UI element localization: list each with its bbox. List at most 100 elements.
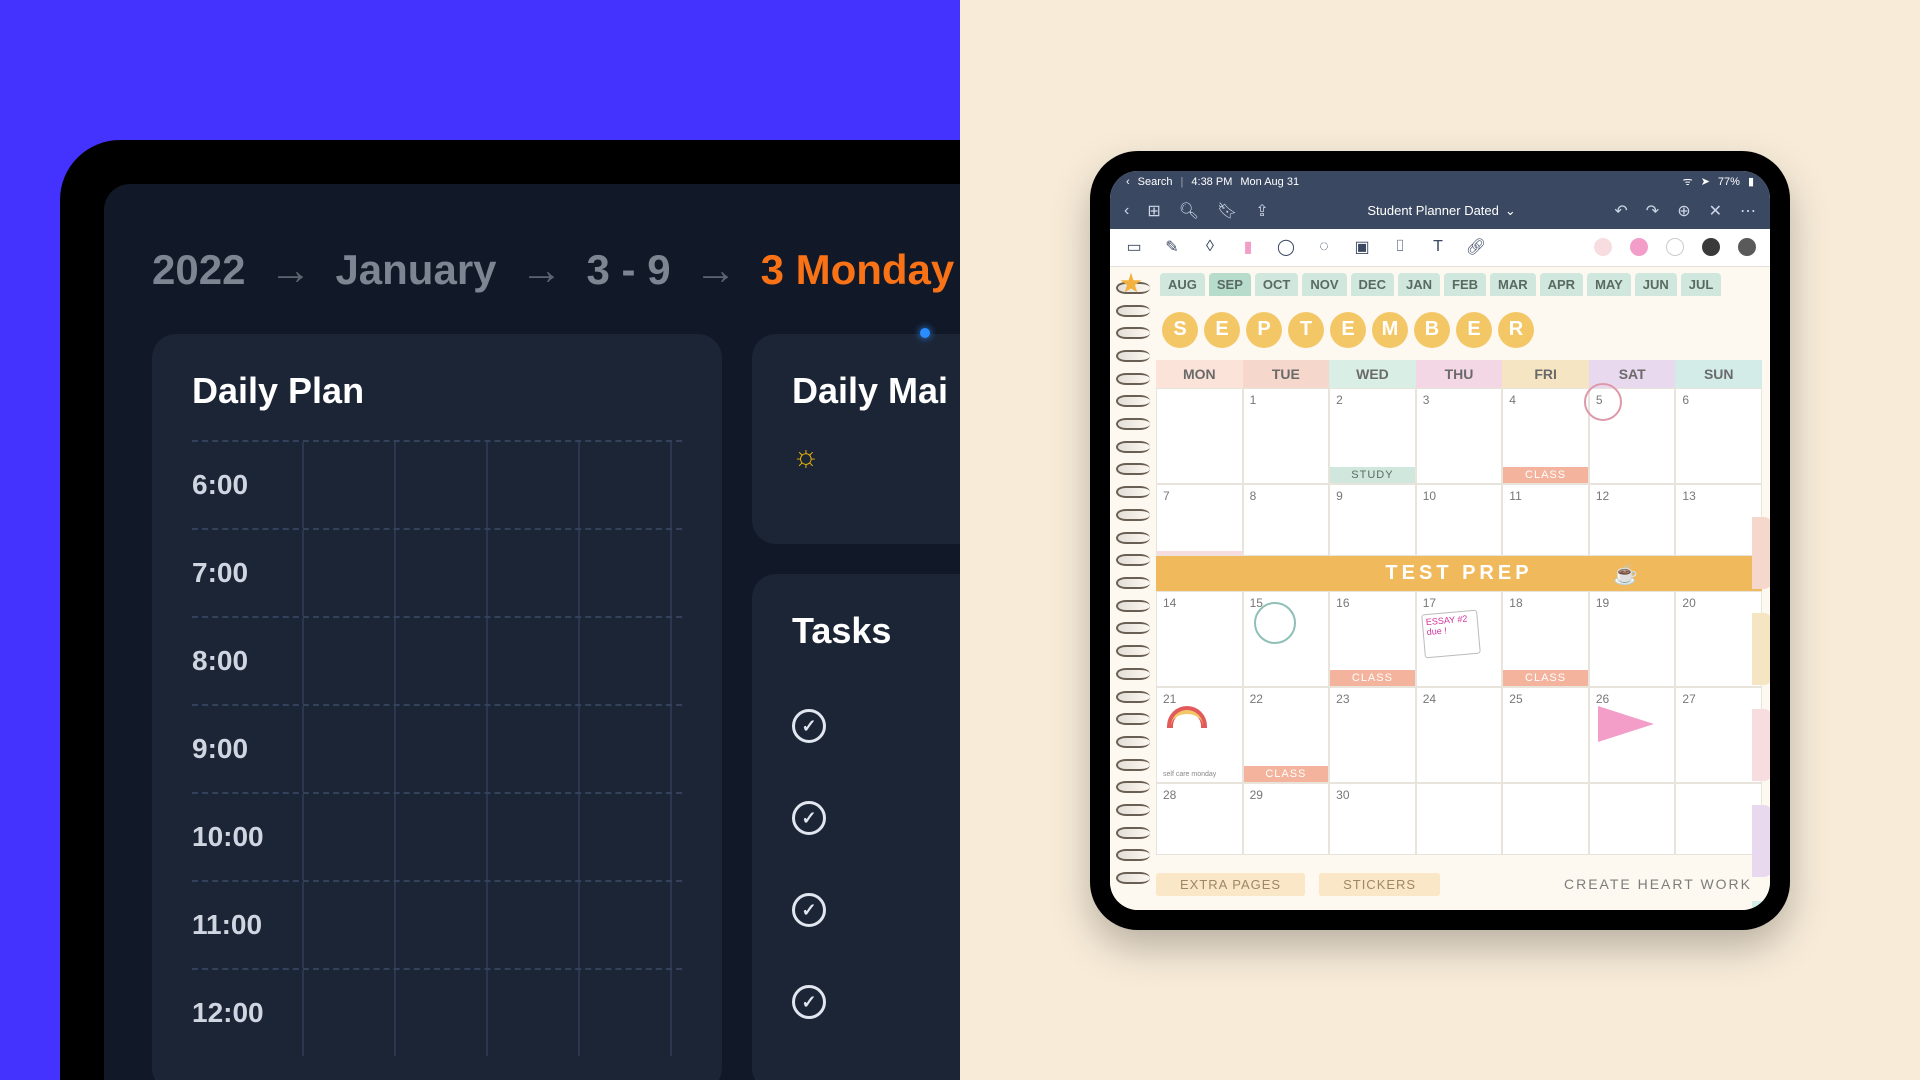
color-swatch[interactable] <box>1738 238 1756 256</box>
calendar-cell[interactable]: 11 <box>1502 484 1589 556</box>
calendar-cell[interactable] <box>1589 783 1676 855</box>
color-swatch[interactable] <box>1702 238 1720 256</box>
month-tab[interactable]: AUG <box>1160 273 1205 296</box>
calendar-cell[interactable]: 3 <box>1416 388 1503 484</box>
check-circle-icon[interactable]: ✓ <box>792 893 826 927</box>
eraser-icon[interactable]: ◊ <box>1200 237 1220 257</box>
breadcrumb-range[interactable]: 3 - 9 <box>587 246 671 294</box>
time-grid[interactable] <box>302 794 682 880</box>
calendar-cell[interactable]: 16CLASS <box>1329 591 1416 687</box>
bookmark-icon[interactable]: 🔖︎ <box>1217 201 1237 221</box>
calendar-cell[interactable]: 2STUDY <box>1329 388 1416 484</box>
calendar-cell[interactable]: 12 <box>1589 484 1676 556</box>
lasso-icon[interactable]: ◌ <box>1314 237 1334 257</box>
camera-icon[interactable]: ⌷ <box>1390 237 1410 257</box>
task-item[interactable]: ✓ <box>792 864 960 956</box>
calendar-cell[interactable]: 24 <box>1416 687 1503 783</box>
readonly-icon[interactable]: ▭ <box>1124 237 1144 257</box>
calendar-cell[interactable]: 19 <box>1589 591 1676 687</box>
calendar-cell[interactable]: 18CLASS <box>1502 591 1589 687</box>
calendar-cell[interactable]: 15 <box>1243 591 1330 687</box>
share-icon[interactable]: ⇪ <box>1255 201 1268 221</box>
extra-pages-tab[interactable]: EXTRA PAGES <box>1156 873 1305 896</box>
calendar-cell[interactable]: 22CLASS <box>1243 687 1330 783</box>
calendar-cell[interactable] <box>1675 783 1762 855</box>
time-row[interactable]: 7:00 <box>192 528 682 616</box>
redo-icon[interactable]: ↷ <box>1646 201 1659 221</box>
image-icon[interactable]: ▣ <box>1352 237 1372 257</box>
side-tab[interactable] <box>1752 901 1770 910</box>
month-tab[interactable]: JAN <box>1398 273 1440 296</box>
search-icon[interactable]: 🔍︎ <box>1179 201 1199 221</box>
calendar-cell[interactable] <box>1416 783 1503 855</box>
close-icon[interactable]: ✕ <box>1709 201 1722 221</box>
month-tab[interactable]: JUL <box>1681 273 1722 296</box>
stickers-tab[interactable]: STICKERS <box>1319 873 1440 896</box>
calendar-cell[interactable]: 17ESSAY #2 due ! <box>1416 591 1503 687</box>
highlighter-icon[interactable]: ▮ <box>1238 237 1258 257</box>
breadcrumb-day-active[interactable]: 3 Monday <box>761 246 955 294</box>
time-row[interactable]: 11:00 <box>192 880 682 968</box>
shapes-icon[interactable]: ◯ <box>1276 237 1296 257</box>
time-row[interactable]: 8:00 <box>192 616 682 704</box>
calendar-cell[interactable]: 20 <box>1675 591 1762 687</box>
calendar-cell[interactable]: 25 <box>1502 687 1589 783</box>
add-page-icon[interactable]: ⊕ <box>1677 201 1690 221</box>
breadcrumb-month[interactable]: January <box>335 246 496 294</box>
month-tab[interactable]: NOV <box>1302 273 1346 296</box>
month-tab-selected[interactable]: SEP <box>1209 273 1251 296</box>
side-tab[interactable] <box>1752 613 1770 685</box>
task-item[interactable]: ✓ <box>792 772 960 864</box>
back-icon[interactable]: ‹ <box>1124 202 1129 220</box>
calendar-cell[interactable]: 29 <box>1243 783 1330 855</box>
back-chevron-icon[interactable]: ‹ <box>1126 176 1130 188</box>
month-tab[interactable]: MAY <box>1587 273 1631 296</box>
time-row[interactable]: 9:00 <box>192 704 682 792</box>
undo-icon[interactable]: ↶ <box>1614 201 1627 221</box>
month-tab[interactable]: OCT <box>1255 273 1298 296</box>
side-tab[interactable] <box>1752 517 1770 589</box>
calendar-cell[interactable]: 5 <box>1589 388 1676 484</box>
app-title[interactable]: Student Planner Dated ⌄ <box>1367 203 1515 219</box>
month-tab[interactable]: FEB <box>1444 273 1486 296</box>
text-icon[interactable]: T <box>1428 237 1448 257</box>
calendar-cell[interactable]: 28 <box>1156 783 1243 855</box>
calendar-cell[interactable]: 4CLASS <box>1502 388 1589 484</box>
color-swatch[interactable] <box>1594 238 1612 256</box>
check-circle-icon[interactable]: ✓ <box>792 985 826 1019</box>
calendar-cell[interactable]: 13 <box>1675 484 1762 556</box>
more-icon[interactable]: ⋯ <box>1740 201 1756 221</box>
link-icon[interactable]: 🔗︎ <box>1466 237 1486 257</box>
time-grid[interactable] <box>302 618 682 704</box>
calendar-cell[interactable] <box>1156 388 1243 484</box>
calendar-cell[interactable] <box>1502 783 1589 855</box>
time-row[interactable]: 12:00 <box>192 968 682 1056</box>
color-swatch[interactable] <box>1630 238 1648 256</box>
task-item[interactable]: ✓ <box>792 956 960 1048</box>
time-grid[interactable] <box>302 706 682 792</box>
calendar-cell[interactable]: 6 <box>1675 388 1762 484</box>
breadcrumb-year[interactable]: 2022 <box>152 246 245 294</box>
pen-icon[interactable]: ✎ <box>1162 237 1182 257</box>
task-item[interactable]: ✓ <box>792 680 960 772</box>
month-tab[interactable]: MAR <box>1490 273 1536 296</box>
check-circle-icon[interactable]: ✓ <box>792 709 826 743</box>
time-row[interactable]: 6:00 <box>192 440 682 528</box>
month-tab[interactable]: APR <box>1540 273 1583 296</box>
month-tab[interactable]: JUN <box>1635 273 1677 296</box>
month-tab[interactable]: DEC <box>1351 273 1394 296</box>
calendar-cell[interactable]: 14 <box>1156 591 1243 687</box>
calendar-cell[interactable]: 30 <box>1329 783 1416 855</box>
side-tab[interactable] <box>1752 805 1770 877</box>
calendar-cell[interactable]: 1 <box>1243 388 1330 484</box>
calendar-cell[interactable]: 7 <box>1156 484 1243 556</box>
time-grid[interactable] <box>302 530 682 616</box>
side-tab[interactable] <box>1752 709 1770 781</box>
grid-icon[interactable]: ⊞ <box>1147 201 1160 221</box>
check-circle-icon[interactable]: ✓ <box>792 801 826 835</box>
calendar-cell[interactable]: 26 <box>1589 687 1676 783</box>
time-row[interactable]: 10:00 <box>192 792 682 880</box>
calendar-cell[interactable]: 9 <box>1329 484 1416 556</box>
color-swatch[interactable] <box>1666 238 1684 256</box>
calendar-cell[interactable]: 23 <box>1329 687 1416 783</box>
